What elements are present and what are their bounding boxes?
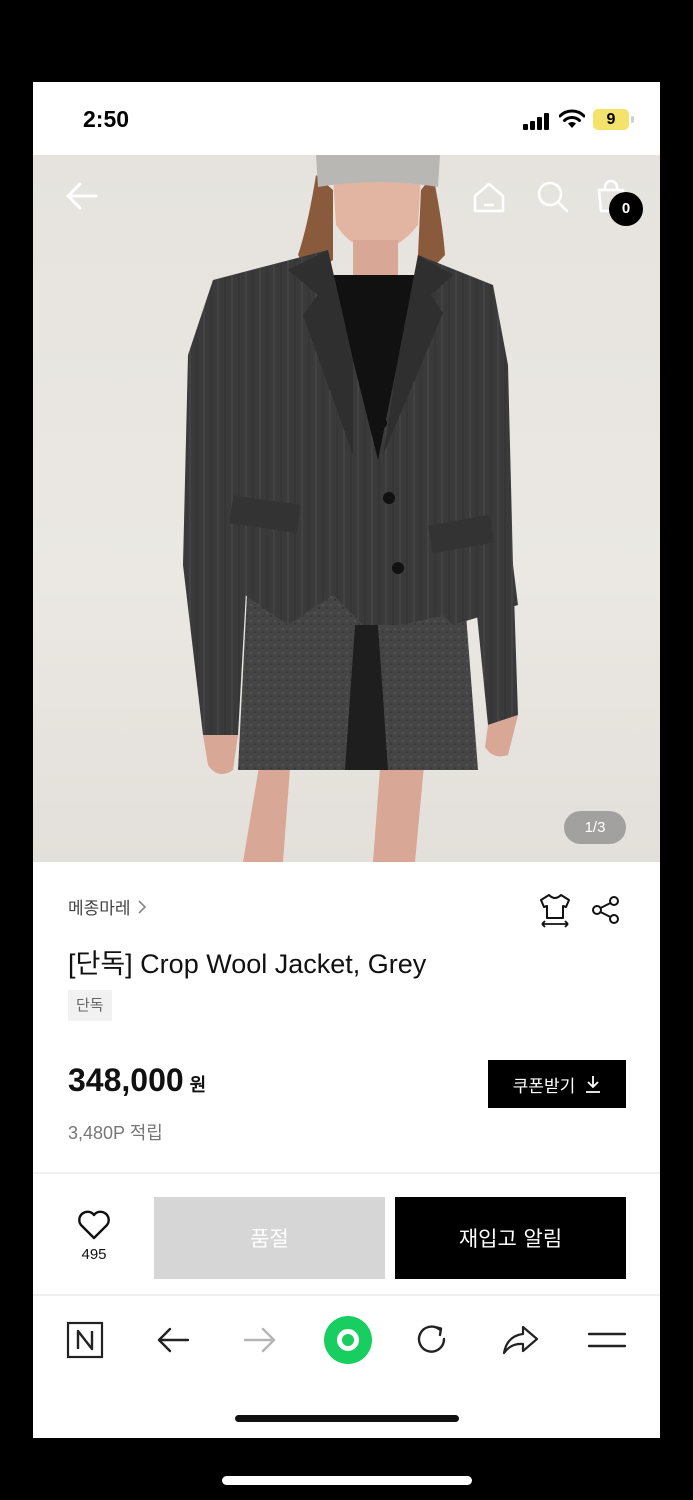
signal-icon bbox=[523, 112, 553, 130]
menu-button[interactable] bbox=[585, 1318, 629, 1362]
refresh-button[interactable] bbox=[410, 1318, 454, 1362]
image-counter: 1/3 bbox=[564, 811, 626, 844]
product-image[interactable]: 1/3 bbox=[33, 155, 660, 862]
price-unit: 원 bbox=[189, 1075, 207, 1095]
like-button[interactable]: 495 bbox=[73, 1210, 115, 1263]
model-photo bbox=[183, 155, 518, 862]
forward-icon bbox=[243, 1327, 276, 1353]
browser-share-button[interactable] bbox=[498, 1318, 542, 1362]
status-bar: 2:50 9 bbox=[33, 82, 660, 155]
size-guide-shirt-icon[interactable] bbox=[538, 892, 572, 928]
section-divider bbox=[33, 1172, 660, 1174]
search-icon[interactable] bbox=[536, 180, 570, 214]
status-time: 2:50 bbox=[83, 106, 130, 132]
share-arrow-icon bbox=[502, 1325, 539, 1355]
naver-home-button[interactable] bbox=[63, 1318, 107, 1362]
outer-home-indicator bbox=[222, 1476, 472, 1485]
naver-n-icon bbox=[66, 1321, 104, 1359]
restock-alert-button[interactable]: 재입고 알림 bbox=[395, 1197, 626, 1279]
coupon-button[interactable]: 쿠폰받기 bbox=[488, 1060, 626, 1108]
price: 348,000 원 bbox=[68, 1062, 206, 1099]
phone-screen: 2:50 9 1/3 0 메종마레 [단독] Crop Wool Jacket,… bbox=[33, 82, 660, 1438]
share-icon[interactable] bbox=[590, 894, 622, 926]
like-count: 495 bbox=[81, 1246, 107, 1263]
refresh-icon bbox=[417, 1325, 446, 1353]
green-dot-button[interactable] bbox=[323, 1315, 373, 1365]
browser-back-button[interactable] bbox=[151, 1318, 195, 1362]
home-indicator bbox=[235, 1415, 459, 1422]
soldout-button: 품절 bbox=[154, 1197, 385, 1279]
price-value: 348,000 bbox=[68, 1062, 184, 1098]
back-icon bbox=[157, 1327, 190, 1353]
coupon-label: 쿠폰받기 bbox=[512, 1076, 576, 1097]
download-icon bbox=[586, 1076, 601, 1093]
cart-count-badge[interactable]: 0 bbox=[609, 192, 643, 226]
chevron-right-icon bbox=[137, 899, 146, 914]
browser-bar-divider bbox=[33, 1294, 660, 1296]
back-arrow-icon[interactable] bbox=[65, 181, 99, 211]
reward-points: 3,480P 적립 bbox=[68, 1123, 163, 1143]
exclusive-tag: 단독 bbox=[68, 990, 112, 1021]
menu-icon bbox=[588, 1332, 626, 1348]
battery-icon: 9 bbox=[593, 109, 634, 130]
product-title: [단독] Crop Wool Jacket, Grey bbox=[68, 949, 427, 979]
browser-forward-button[interactable] bbox=[238, 1318, 282, 1362]
home-icon[interactable] bbox=[472, 180, 506, 214]
brand-link[interactable]: 메종마레 bbox=[68, 894, 147, 919]
wifi-icon bbox=[559, 109, 585, 128]
green-dot-icon bbox=[324, 1316, 372, 1364]
brand-name: 메종마레 bbox=[68, 899, 131, 919]
heart-icon bbox=[78, 1210, 110, 1240]
